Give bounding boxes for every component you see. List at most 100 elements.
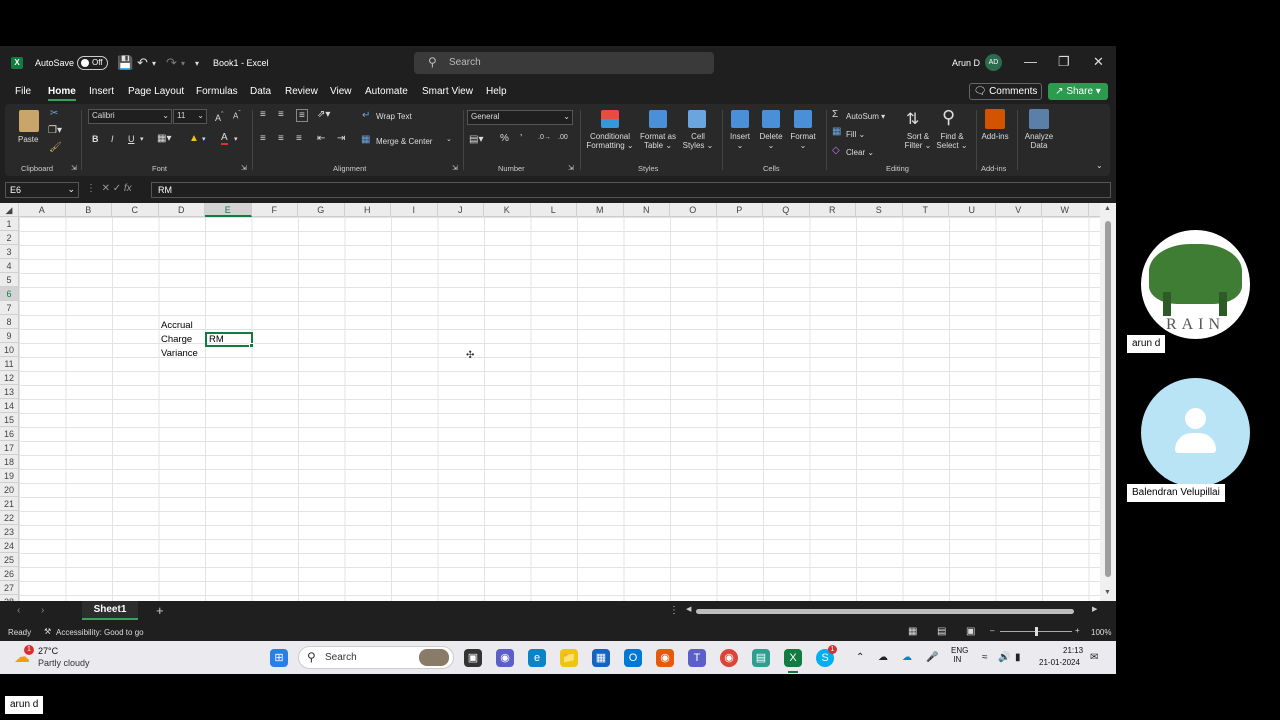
- column-header[interactable]: G: [298, 203, 345, 217]
- cell-D6[interactable]: Charge: [161, 334, 192, 345]
- wrap-text-button[interactable]: Wrap Text: [376, 112, 412, 121]
- user-name[interactable]: Arun D: [952, 58, 980, 68]
- column-header[interactable]: L: [531, 203, 577, 217]
- cut-icon[interactable]: ✂: [50, 108, 58, 119]
- add-sheet-icon[interactable]: +: [156, 603, 164, 618]
- clock-time[interactable]: 21:13: [1063, 646, 1083, 655]
- column-header[interactable]: P: [717, 203, 763, 217]
- page-break-view-icon[interactable]: ▣: [966, 626, 975, 637]
- cell-D5[interactable]: Accrual: [161, 320, 193, 331]
- undo-dropdown-icon[interactable]: ▾: [152, 59, 156, 68]
- format-as-table-button[interactable]: Format as Table ⌄: [638, 132, 678, 150]
- column-header[interactable]: B: [66, 203, 112, 217]
- merge-center-icon[interactable]: ▦: [361, 134, 370, 145]
- outlook-icon[interactable]: O: [624, 649, 642, 667]
- tray-overflow-icon[interactable]: ⌃: [856, 652, 864, 663]
- format-as-table-icon[interactable]: [649, 110, 667, 128]
- insert-cells-button[interactable]: Insert ⌄: [725, 132, 755, 150]
- column-header[interactable]: M: [577, 203, 624, 217]
- comma-style-icon[interactable]: ’: [520, 133, 522, 144]
- search-input[interactable]: ⚲ Search: [414, 52, 714, 74]
- format-cells-icon[interactable]: [794, 110, 812, 128]
- conditional-formatting-icon[interactable]: [601, 110, 619, 128]
- autosum-icon[interactable]: Σ: [832, 109, 838, 120]
- align-right-icon[interactable]: ≡: [296, 133, 302, 144]
- clear-icon[interactable]: ◇: [832, 145, 840, 156]
- tab-help[interactable]: Help: [486, 86, 507, 97]
- tab-review[interactable]: Review: [285, 86, 318, 97]
- onedrive-icon[interactable]: ☁: [902, 652, 912, 663]
- accessibility-icon[interactable]: ⚒: [44, 627, 51, 636]
- row-header[interactable]: 16: [0, 427, 19, 441]
- delete-cells-button[interactable]: Delete ⌄: [756, 132, 786, 150]
- row-header[interactable]: 14: [0, 399, 19, 413]
- font-name-select[interactable]: Calibri ⌄: [88, 109, 172, 124]
- align-middle-icon[interactable]: ≡: [278, 109, 284, 120]
- vertical-scrollbar[interactable]: ▲ ▼: [1100, 203, 1116, 601]
- row-header[interactable]: 10: [0, 343, 19, 357]
- delete-cells-icon[interactable]: [762, 110, 780, 128]
- font-launcher-icon[interactable]: ⇲: [241, 164, 247, 172]
- increase-font-icon[interactable]: Aˆ: [215, 110, 224, 123]
- chat-icon[interactable]: ◉: [496, 649, 514, 667]
- insert-function-icon[interactable]: fx: [124, 183, 132, 194]
- row-header[interactable]: 11: [0, 357, 19, 371]
- row-header[interactable]: 17: [0, 441, 19, 455]
- tab-insert[interactable]: Insert: [89, 86, 114, 97]
- column-header[interactable]: S: [856, 203, 903, 217]
- row-header[interactable]: 12: [0, 371, 19, 385]
- column-header[interactable]: Q: [763, 203, 810, 217]
- sort-filter-button[interactable]: Sort & Filter ⌄: [901, 132, 935, 150]
- underline-dropdown-icon[interactable]: ▾: [140, 135, 144, 143]
- cell-D7[interactable]: Variance: [161, 348, 198, 359]
- cell-styles-button[interactable]: Cell Styles ⌄: [681, 132, 715, 150]
- column-header[interactable]: W: [1042, 203, 1089, 217]
- tab-smart-view[interactable]: Smart View: [422, 86, 473, 97]
- analyze-data-icon[interactable]: [1029, 109, 1049, 129]
- formula-input[interactable]: RM: [151, 182, 1111, 198]
- cancel-icon[interactable]: ✕: [102, 183, 110, 194]
- page-layout-view-icon[interactable]: ▤: [937, 626, 946, 637]
- bold-icon[interactable]: B: [92, 134, 99, 144]
- excel-taskbar-icon[interactable]: X: [784, 649, 802, 667]
- row-header[interactable]: 22: [0, 511, 19, 525]
- weather-desc[interactable]: Partly cloudy: [38, 658, 90, 668]
- row-header[interactable]: 25: [0, 553, 19, 567]
- normal-view-icon[interactable]: ▦: [908, 626, 917, 637]
- column-header[interactable]: J: [438, 203, 484, 217]
- number-format-select[interactable]: General ⌄: [467, 110, 573, 125]
- column-header[interactable]: D: [159, 203, 205, 217]
- row-header[interactable]: 7: [0, 301, 19, 315]
- language-indicator[interactable]: ENG IN: [951, 646, 968, 664]
- underline-icon[interactable]: U: [128, 134, 135, 144]
- teams-icon[interactable]: T: [688, 649, 706, 667]
- row-header[interactable]: 3: [0, 245, 19, 259]
- add-ins-icon[interactable]: [985, 109, 1005, 129]
- alignment-launcher-icon[interactable]: ⇲: [452, 164, 458, 172]
- chrome-icon[interactable]: ◉: [720, 649, 738, 667]
- taskbar-search[interactable]: ⚲ Search: [298, 646, 454, 669]
- more-options-icon[interactable]: ⋮: [86, 183, 96, 194]
- find-select-icon[interactable]: ⚲: [942, 107, 955, 128]
- scroll-right-icon[interactable]: ▶: [1092, 605, 1097, 613]
- scroll-thumb[interactable]: [1105, 221, 1111, 577]
- column-header[interactable]: R: [810, 203, 856, 217]
- task-view-icon[interactable]: ▣: [464, 649, 482, 667]
- insert-cells-icon[interactable]: [731, 110, 749, 128]
- prev-sheet-icon[interactable]: ‹: [17, 605, 20, 616]
- column-header[interactable]: N: [624, 203, 670, 217]
- restore-icon[interactable]: ❐: [1058, 54, 1070, 70]
- copy-icon[interactable]: ❐▾: [48, 125, 62, 136]
- comments-button[interactable]: 🗨 Comments: [969, 83, 1042, 100]
- worksheet-grid[interactable]: ◢ ABCDEFGHIJKLMNOPQRSTUVW 1 2 3 4 5 6 7 8 9 10 11 1…: [0, 203, 1116, 601]
- store-icon[interactable]: ▦: [592, 649, 610, 667]
- decrease-decimal-icon[interactable]: .00: [558, 134, 568, 141]
- fill-button[interactable]: Fill ⌄: [846, 130, 865, 139]
- align-left-icon[interactable]: ≡: [260, 133, 266, 144]
- add-ins-button[interactable]: Add-ins: [979, 132, 1011, 141]
- analyze-data-button[interactable]: Analyze Data: [1019, 132, 1059, 150]
- column-header[interactable]: A: [19, 203, 66, 217]
- customize-toolbar-icon[interactable]: ▾: [195, 59, 199, 68]
- zoom-level[interactable]: 100%: [1091, 628, 1111, 637]
- column-header[interactable]: T: [903, 203, 949, 217]
